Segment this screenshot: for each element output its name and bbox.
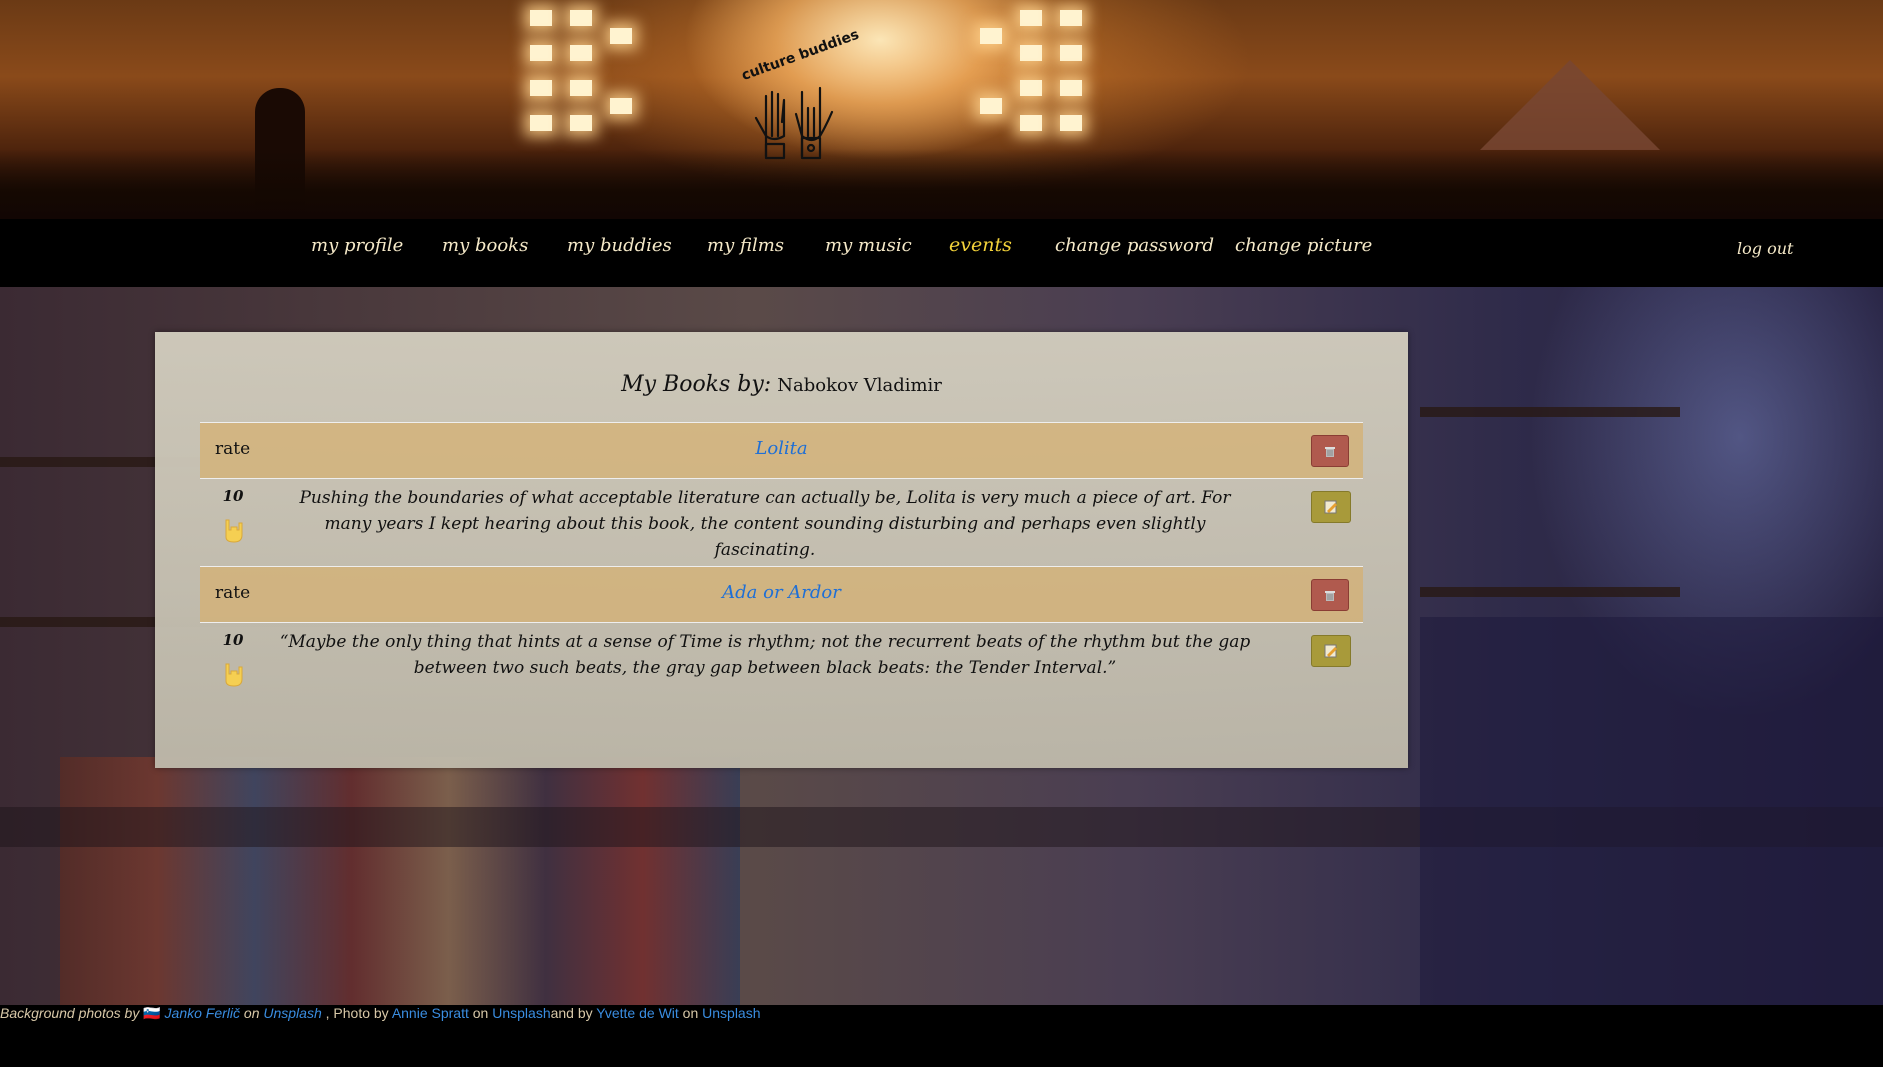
flag-icon: 🇸🇮 — [143, 1005, 161, 1021]
rating-value: 10 — [222, 631, 244, 649]
credit-text: on — [472, 1005, 489, 1021]
edit-icon — [1324, 500, 1337, 514]
crowd — [0, 149, 1883, 219]
credit-text: , Photo by — [325, 1005, 389, 1021]
nav-my-profile[interactable]: my profile — [311, 235, 403, 256]
book-row-header: rate Ada or Ardor — [200, 566, 1363, 623]
trash-icon — [1325, 591, 1335, 601]
logo-hands-icon[interactable] — [742, 52, 842, 164]
review-text: Pushing the boundaries of what acceptabl… — [299, 488, 1231, 560]
credit-site-link[interactable]: Unsplash — [263, 1005, 321, 1021]
book-title-link[interactable]: Lolita — [200, 438, 1363, 459]
edit-icon — [1324, 644, 1337, 658]
page-title: My Books by: Nabokov Vladimir — [155, 372, 1408, 397]
book-title-link[interactable]: Ada or Ardor — [200, 582, 1363, 603]
title-label: My Books by: — [621, 372, 772, 397]
delete-button[interactable] — [1311, 435, 1349, 467]
credits-prefix: Background photos by — [0, 1005, 140, 1021]
edit-button[interactable] — [1311, 635, 1351, 667]
nav-my-books[interactable]: my books — [442, 235, 528, 256]
book-row-body: 10 “Maybe the only thing that hints at a… — [200, 623, 1363, 711]
nav-change-picture[interactable]: change picture — [1235, 235, 1372, 256]
header-banner — [0, 0, 1883, 219]
rock-hand-icon — [225, 663, 243, 687]
book-row-body: 10 Pushing the boundaries of what accept… — [200, 479, 1363, 567]
credit-site-link[interactable]: Unsplash — [702, 1005, 760, 1021]
rating-value: 10 — [222, 487, 244, 505]
books-card: My Books by: Nabokov Vladimir rate Lolita… — [155, 332, 1408, 768]
nav-my-buddies[interactable]: my buddies — [567, 235, 672, 256]
nav-events[interactable]: events — [949, 234, 1012, 256]
photo-credits: Background photos by 🇸🇮 Janko Ferlič on … — [0, 1005, 761, 1022]
credit-author-link[interactable]: Annie Spratt — [392, 1005, 469, 1021]
credit-text: on — [243, 1005, 260, 1021]
review-text: “Maybe the only thing that hints at a se… — [279, 632, 1251, 678]
author-name: Nabokov Vladimir — [777, 375, 942, 396]
trash-icon — [1325, 447, 1335, 457]
nav-my-films[interactable]: my films — [707, 235, 784, 256]
book-row-header: rate Lolita — [200, 422, 1363, 479]
delete-button[interactable] — [1311, 579, 1349, 611]
credit-text: and by — [550, 1005, 593, 1021]
edit-button[interactable] — [1311, 491, 1351, 523]
nav-my-music[interactable]: my music — [825, 235, 912, 256]
credit-text: on — [682, 1005, 699, 1021]
nav-change-password[interactable]: change password — [1055, 235, 1214, 256]
footer: Background photos by 🇸🇮 Janko Ferlič on … — [0, 1005, 1883, 1067]
credit-author-link[interactable]: Yvette de Wit — [596, 1005, 678, 1021]
credit-author-link[interactable]: Janko Ferlič — [165, 1005, 240, 1021]
logout-link[interactable]: log out — [1737, 239, 1793, 258]
credit-site-link[interactable]: Unsplash — [492, 1005, 550, 1021]
main-nav: my profile my books my buddies my films … — [0, 219, 1883, 287]
rock-hand-icon — [225, 519, 243, 543]
tent — [1480, 60, 1660, 150]
